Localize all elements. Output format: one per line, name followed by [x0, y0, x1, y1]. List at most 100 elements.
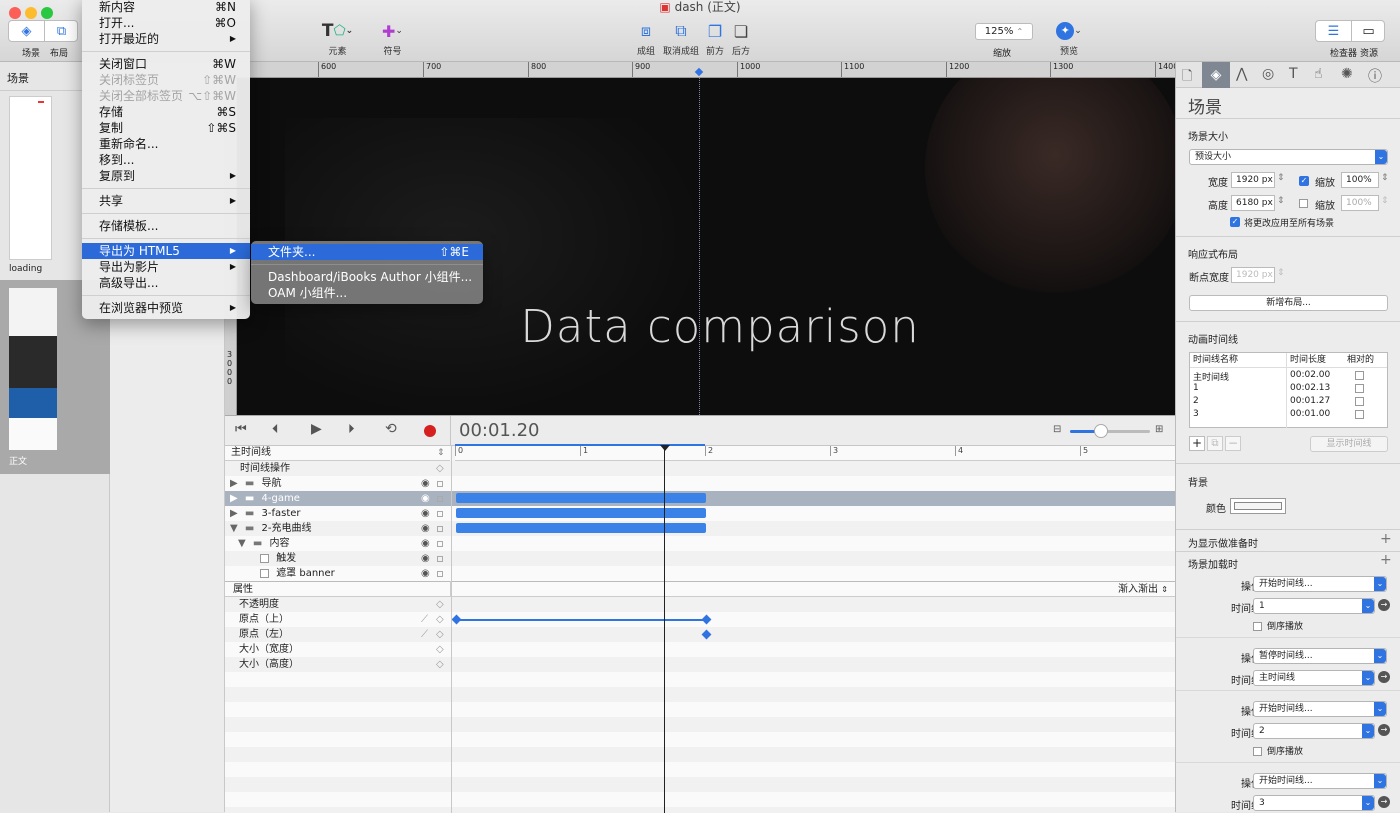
background-color-well[interactable]	[1230, 498, 1286, 514]
eye-icon[interactable]: ◉	[421, 491, 430, 506]
disclosure-open-icon[interactable]: ▼	[230, 523, 238, 534]
timeline-select[interactable]: 主时间线 ⌄	[1253, 670, 1375, 686]
eye-icon[interactable]: ◉	[421, 476, 430, 491]
show-timeline-button[interactable]: 显示时间线	[1310, 436, 1388, 452]
table-row[interactable]: 2 00:01.27	[1190, 396, 1387, 409]
info-inspector-icon[interactable]: ⓘ	[1368, 66, 1382, 86]
submenu-item-folder[interactable]: 文件夹... ⇧⌘E	[251, 244, 483, 260]
menu-item-save-template[interactable]: 存储模板...	[82, 218, 250, 234]
menu-item-advanced-export[interactable]: 高级导出...	[82, 275, 250, 291]
action-select[interactable]: 开始时间线... ⌄	[1253, 701, 1387, 717]
scale-width-checkbox[interactable]: ✓	[1299, 174, 1309, 187]
layer-row[interactable]: ▼ ▬ 内容 ◉	[225, 536, 1175, 551]
animation-bar[interactable]	[456, 508, 706, 518]
keyframe-span[interactable]	[456, 619, 706, 621]
layer-row[interactable]: 触发 ◉	[225, 551, 1175, 566]
easing-curve-icon[interactable]: ⟋	[421, 627, 428, 642]
playhead-handle[interactable]	[660, 445, 670, 451]
record-icon[interactable]	[424, 425, 436, 437]
scale-width-field[interactable]: 100%	[1341, 172, 1379, 188]
relative-checkbox[interactable]	[1355, 397, 1364, 406]
reverse-checkbox[interactable]	[1253, 744, 1262, 757]
step-back-icon[interactable]: ⏴	[272, 422, 279, 437]
physics-inspector-icon[interactable]: ✺	[1341, 66, 1353, 82]
timeline-select[interactable]: 2 ⌄	[1253, 723, 1375, 739]
breakpoint-field[interactable]: 1920 px	[1231, 267, 1275, 283]
lock-icon[interactable]	[437, 481, 443, 487]
menu-item-export-movie[interactable]: 导出为影片 ▶	[82, 259, 250, 275]
add-keyframe-icon[interactable]: ◇	[436, 627, 444, 642]
menu-item-new[interactable]: 新内容 ⌘N	[82, 0, 250, 15]
go-arrow-icon[interactable]: →	[1378, 796, 1390, 808]
timeline-select[interactable]: 3 ⌄	[1253, 795, 1375, 811]
stepper-icon[interactable]: ⇕	[1381, 196, 1389, 206]
current-time[interactable]: 00:01.20	[459, 420, 540, 441]
property-row[interactable]: 大小（宽度） ◇	[225, 642, 1175, 657]
scene-thumbnail-loading[interactable]	[9, 96, 52, 260]
menu-item-export-html5[interactable]: 导出为 HTML5 ▶	[82, 243, 250, 259]
close-window-button[interactable]	[9, 7, 21, 19]
action-select[interactable]: 开始时间线... ⌄	[1253, 576, 1387, 592]
document-inspector-icon[interactable]: 🗋	[1182, 67, 1192, 89]
lock-icon[interactable]	[437, 571, 443, 577]
table-row[interactable]: 主时间线 00:02.00	[1190, 370, 1387, 383]
shape-inspector-icon[interactable]: ◎	[1262, 66, 1274, 82]
go-arrow-icon[interactable]: →	[1378, 671, 1390, 683]
timeline-zoom-slider[interactable]	[1070, 424, 1150, 438]
stepper-icon[interactable]: ⇕	[1381, 173, 1389, 183]
lock-icon[interactable]	[437, 496, 443, 502]
time-ruler[interactable]: 0 1 2 3 4 5	[455, 444, 1175, 461]
add-timeline-button[interactable]: +	[1189, 436, 1205, 451]
menu-item-open[interactable]: 打开... ⌘O	[82, 15, 250, 31]
eye-icon[interactable]: ◉	[421, 521, 430, 536]
zoom-window-button[interactable]	[41, 7, 53, 19]
action-select[interactable]: 开始时间线... ⌄	[1253, 773, 1387, 789]
ungroup-button[interactable]: ⧉ 取消成组	[660, 20, 702, 57]
step-forward-icon[interactable]: ⏵	[348, 422, 355, 437]
scene-inspector-icon[interactable]: ◈	[1202, 62, 1230, 88]
play-icon[interactable]: ▶	[311, 421, 322, 437]
add-keyframe-icon[interactable]: ◇	[436, 612, 444, 627]
menu-item-share[interactable]: 共享 ▶	[82, 193, 250, 209]
layer-row[interactable]: ▶ ▬ 导航 ◉	[225, 476, 1175, 491]
loop-icon[interactable]: ⟲	[385, 421, 397, 437]
add-keyframe-icon[interactable]: ◇	[436, 597, 444, 612]
submenu-item-dashboard-widget[interactable]: Dashboard/iBooks Author 小组件...	[251, 269, 483, 285]
menu-item-close-window[interactable]: 关闭窗口 ⌘W	[82, 56, 250, 72]
menu-item-open-recent[interactable]: 打开最近的 ▶	[82, 31, 250, 47]
add-action-icon[interactable]: +	[1380, 552, 1392, 568]
lock-icon[interactable]	[437, 511, 443, 517]
scale-height-checkbox[interactable]	[1299, 196, 1308, 209]
go-arrow-icon[interactable]: →	[1378, 599, 1390, 611]
add-keyframe-icon[interactable]: ◇	[436, 657, 444, 672]
lock-icon[interactable]	[437, 556, 443, 562]
minimize-window-button[interactable]	[25, 7, 37, 19]
easing-selector[interactable]: 渐入渐出 ⇕	[1118, 582, 1168, 597]
disclosure-open-icon[interactable]: ▼	[238, 538, 246, 549]
menu-item-rename[interactable]: 重新命名...	[82, 136, 250, 152]
layer-row[interactable]: 遮罩 banner ◉	[225, 566, 1175, 581]
menu-item-duplicate[interactable]: 复制 ⇧⌘S	[82, 120, 250, 136]
new-layout-button[interactable]: 新增布局...	[1189, 295, 1388, 311]
resources-icon[interactable]: ▭	[1351, 21, 1385, 41]
text-inspector-icon[interactable]: T	[1289, 66, 1298, 82]
inspector-sliders-icon[interactable]: ☰	[1316, 21, 1351, 41]
menu-item-revert[interactable]: 复原到 ▶	[82, 168, 250, 184]
lock-icon[interactable]	[437, 541, 443, 547]
relative-checkbox[interactable]	[1355, 384, 1364, 393]
width-field[interactable]: 1920 px	[1231, 172, 1275, 188]
animation-bar[interactable]	[456, 493, 706, 503]
pen-inspector-icon[interactable]: ⋀	[1236, 66, 1247, 82]
layout-icon[interactable]: ⧉	[44, 21, 78, 41]
canvas-headline[interactable]: Data comparison	[225, 300, 1175, 353]
table-row[interactable]: 1 00:02.13	[1190, 383, 1387, 396]
stepper-icon[interactable]: ⇕	[1277, 268, 1285, 278]
slider-knob[interactable]	[1094, 424, 1108, 438]
easing-curve-icon[interactable]: ⟋	[421, 612, 428, 627]
menu-item-move[interactable]: 移到...	[82, 152, 250, 168]
eye-icon[interactable]: ◉	[421, 506, 430, 521]
table-row[interactable]: 3 00:01.00	[1190, 409, 1387, 422]
disclosure-icon[interactable]: ▶	[230, 493, 238, 504]
property-row[interactable]: 大小（高度） ◇	[225, 657, 1175, 672]
eye-icon[interactable]: ◉	[421, 536, 430, 551]
